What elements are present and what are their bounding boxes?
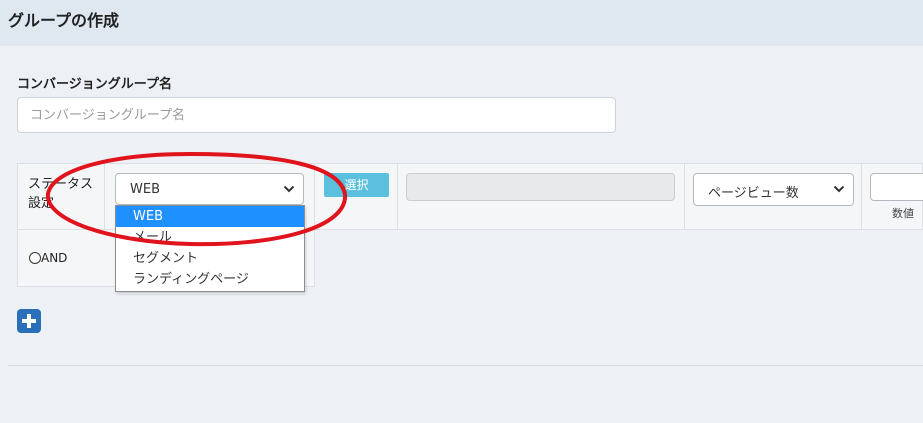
- add-condition-button[interactable]: [17, 309, 41, 333]
- dropdown-option-landing-page[interactable]: ランディングページ: [116, 269, 304, 290]
- number-input[interactable]: [870, 173, 923, 201]
- page-title: グループの作成: [8, 11, 120, 30]
- radio-circle-icon: [29, 252, 41, 264]
- chevron-down-icon: [833, 185, 845, 193]
- group-name-input[interactable]: [17, 97, 616, 133]
- and-radio[interactable]: AND: [29, 251, 67, 265]
- dropdown-option-segment[interactable]: セグメント: [116, 248, 304, 269]
- group-name-label: コンバージョングループ名: [17, 77, 172, 92]
- page-header: グループの作成: [0, 0, 923, 46]
- divider: [8, 365, 923, 366]
- number-label: 数値: [892, 207, 914, 220]
- annotation-ellipse: [45, 151, 348, 247]
- target-input: [406, 173, 675, 201]
- metric-select-value: ページビュー数: [708, 186, 799, 201]
- and-label: AND: [41, 251, 68, 265]
- metric-select[interactable]: ページビュー数: [693, 173, 854, 206]
